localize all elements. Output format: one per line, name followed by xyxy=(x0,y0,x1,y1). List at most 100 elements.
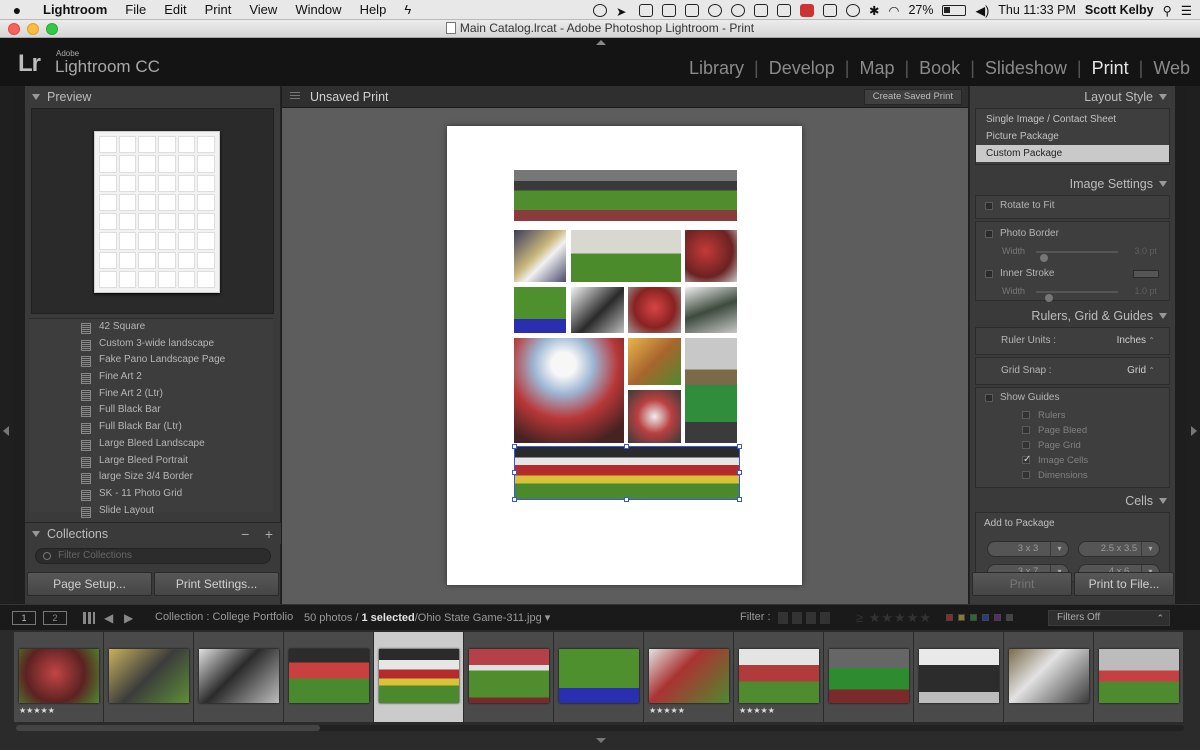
resize-handle[interactable] xyxy=(624,444,629,449)
sync-icon[interactable] xyxy=(593,3,608,17)
remove-collection-button[interactable]: − xyxy=(241,526,249,542)
template-item[interactable]: Fine Art 2 (Ltr) xyxy=(29,386,273,403)
close-window-button[interactable] xyxy=(8,23,20,35)
filmstrip-cell[interactable] xyxy=(824,632,914,722)
filmstrip-thumbnail[interactable] xyxy=(109,649,189,703)
back-arrow-icon[interactable]: ◀ xyxy=(104,611,113,625)
photo-border-width-value[interactable]: 3.0 pt xyxy=(1134,244,1157,258)
create-saved-print-button[interactable]: Create Saved Print xyxy=(863,89,962,105)
filmstrip-cell[interactable] xyxy=(1004,632,1094,722)
inner-stroke-checkbox[interactable]: Inner Stroke xyxy=(976,264,1169,284)
module-map[interactable]: Map xyxy=(859,58,894,79)
filmstrip-cell[interactable] xyxy=(1094,632,1184,722)
collapse-bottom-panel-arrow[interactable] xyxy=(596,738,606,743)
template-item[interactable]: SK - 11 Photo Grid xyxy=(29,486,273,503)
checkbox[interactable] xyxy=(985,270,993,278)
ruler-units-select[interactable]: Inches xyxy=(1117,328,1155,354)
filmstrip-cell[interactable] xyxy=(554,632,644,722)
photo-cell-stadium[interactable] xyxy=(514,170,737,221)
filmstrip-cell[interactable]: ★★★★★ xyxy=(644,632,734,722)
filmstrip-thumbnail[interactable] xyxy=(379,649,459,703)
guide-option-dimensions[interactable]: Dimensions xyxy=(976,468,1169,483)
filmstrip-thumbnail[interactable] xyxy=(19,649,99,703)
photo-cell[interactable] xyxy=(571,230,681,282)
image-settings-header[interactable]: Image Settings xyxy=(970,173,1175,195)
main-monitor-button[interactable]: 1 xyxy=(12,611,36,625)
template-item[interactable]: large Size 3/4 Border xyxy=(29,469,273,486)
record-icon[interactable] xyxy=(800,3,815,17)
collapse-top-panel-arrow[interactable] xyxy=(596,40,606,45)
minimize-window-button[interactable] xyxy=(27,23,39,35)
finder-icon[interactable] xyxy=(754,3,769,17)
rulers-grid-guides-header[interactable]: Rulers, Grid & Guides xyxy=(970,305,1175,327)
user-name[interactable]: Scott Kelby xyxy=(1085,3,1154,17)
dropbox-icon[interactable] xyxy=(639,3,654,17)
blue-label-icon[interactable] xyxy=(982,614,989,621)
collections-filter-input[interactable]: Filter Collections xyxy=(35,548,271,564)
notification-center-icon[interactable]: ☰ xyxy=(1181,3,1192,18)
menu-view[interactable]: View xyxy=(240,2,286,17)
eye-icon[interactable] xyxy=(685,3,700,17)
filmstrip-cell[interactable]: ★★★★★ xyxy=(14,632,104,722)
stroke-color-swatch[interactable] xyxy=(1133,270,1159,278)
module-web[interactable]: Web xyxy=(1153,58,1190,79)
add-collection-button[interactable]: + xyxy=(265,526,273,542)
menu-edit[interactable]: Edit xyxy=(155,2,195,17)
display-icon[interactable] xyxy=(777,3,792,17)
resize-handle[interactable] xyxy=(737,444,742,449)
template-item[interactable]: Full Black Bar xyxy=(29,402,273,419)
module-develop[interactable]: Develop xyxy=(769,58,835,79)
module-library[interactable]: Library xyxy=(689,58,744,79)
checkbox[interactable] xyxy=(985,394,993,402)
guide-option-page-grid[interactable]: Page Grid xyxy=(976,438,1169,453)
photo-cell[interactable] xyxy=(628,338,681,385)
template-item[interactable]: Large Bleed Portrait xyxy=(29,453,273,470)
resize-handle[interactable] xyxy=(737,470,742,475)
template-item[interactable]: Slide Layout xyxy=(29,503,273,520)
dropdown-arrow-icon[interactable]: ▾ xyxy=(1050,542,1068,556)
green-label-icon[interactable] xyxy=(970,614,977,621)
slider-track[interactable] xyxy=(1036,291,1118,302)
filmstrip-cell[interactable] xyxy=(914,632,1004,722)
lightning-icon[interactable]: ϟ xyxy=(395,2,420,17)
resize-handle[interactable] xyxy=(512,470,517,475)
collections-panel-header[interactable]: Collections − + xyxy=(25,522,281,544)
cells-header[interactable]: Cells xyxy=(970,490,1175,512)
wifi-icon[interactable]: ◠ xyxy=(889,3,900,18)
filters-select[interactable]: Filters Off xyxy=(1048,610,1170,626)
resize-handle[interactable] xyxy=(624,497,629,502)
filmstrip-thumbnail[interactable] xyxy=(1099,649,1179,703)
photo-count-info[interactable]: 50 photos / 1 selected/Ohio State Game-3… xyxy=(304,611,550,624)
checkbox[interactable] xyxy=(1022,426,1030,434)
menu-lightroom[interactable]: Lightroom xyxy=(34,2,116,17)
checkbox[interactable] xyxy=(985,202,993,210)
photo-cell[interactable] xyxy=(571,287,624,333)
layout-custom-package[interactable]: Custom Package xyxy=(976,145,1169,162)
clock[interactable]: Thu 11:33 PM xyxy=(998,3,1076,17)
menu-help[interactable]: Help xyxy=(351,2,396,17)
filmstrip-cell[interactable]: ★★★★★ xyxy=(734,632,824,722)
checkbox[interactable] xyxy=(1022,441,1030,449)
photo-cell[interactable] xyxy=(514,230,566,282)
add-cell-2-5x3-5[interactable]: 2.5 x 3.5 ▾ xyxy=(1078,541,1160,557)
filmstrip-thumbnail[interactable] xyxy=(199,649,279,703)
flag-filter-icons[interactable] xyxy=(778,612,830,624)
photo-cell[interactable] xyxy=(628,287,681,333)
photo-cell[interactable] xyxy=(685,287,737,333)
selected-cell-frame[interactable] xyxy=(514,446,740,500)
module-book[interactable]: Book xyxy=(919,58,960,79)
guide-option-image-cells[interactable]: ✓ Image Cells xyxy=(976,453,1169,468)
yellow-label-icon[interactable] xyxy=(958,614,965,621)
page-setup-button[interactable]: Page Setup... xyxy=(27,572,152,596)
filmstrip-thumbnail[interactable] xyxy=(649,649,729,703)
template-item[interactable]: Large Bleed Landscape xyxy=(29,436,273,453)
filmstrip-thumbnail[interactable] xyxy=(559,649,639,703)
chevron-down-icon[interactable]: ▾ xyxy=(545,612,551,624)
resize-handle[interactable] xyxy=(737,497,742,502)
filmstrip-thumbnail[interactable] xyxy=(739,649,819,703)
layout-style-header[interactable]: Layout Style xyxy=(970,86,1175,108)
menu-print[interactable]: Print xyxy=(196,2,241,17)
apple-menu-icon[interactable]: ● xyxy=(0,2,34,18)
slider-track[interactable] xyxy=(1036,251,1118,262)
location-icon[interactable]: ➤ xyxy=(616,4,630,19)
